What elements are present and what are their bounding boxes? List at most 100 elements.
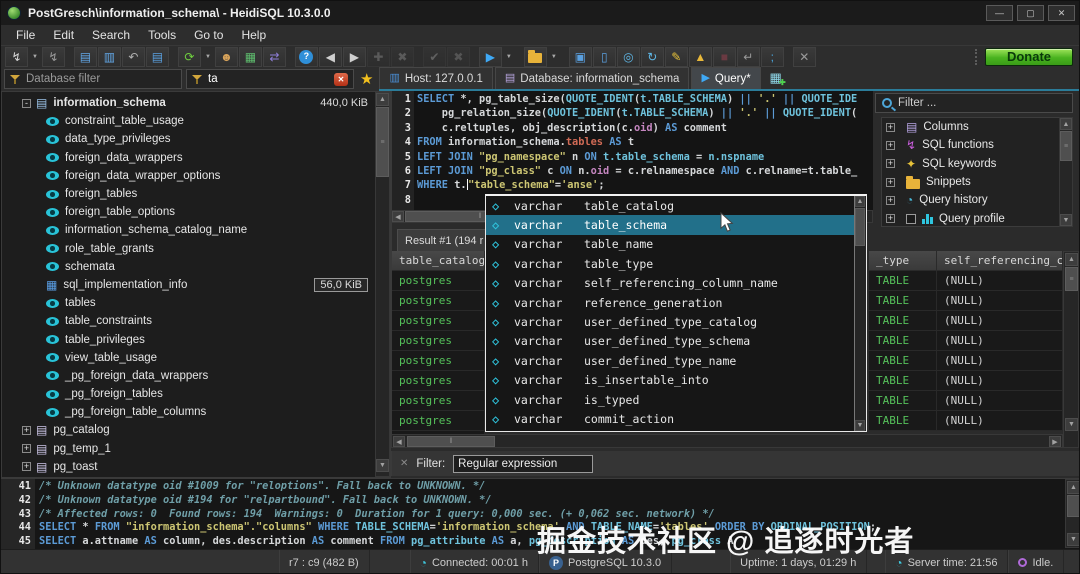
autocomplete-item-table-name[interactable]: ◇varchartable_name [486, 235, 854, 254]
scroll-thumb[interactable]: ≡ [1060, 131, 1072, 161]
grid-cell[interactable]: postgres [392, 311, 485, 331]
expand-icon[interactable]: + [22, 426, 31, 435]
tree-item-foreign-table-options[interactable]: foreign_table_options [2, 203, 374, 221]
stop-button[interactable]: ■ [713, 47, 736, 67]
database-filter-input[interactable]: Database filter [26, 73, 100, 85]
semicolon-button[interactable]: ; [761, 47, 784, 67]
helper-filter-input[interactable]: Filter ... [898, 97, 936, 109]
autocomplete-item-is-typed[interactable]: ◇varcharis_typed [486, 390, 854, 409]
column-header[interactable]: _type [869, 251, 937, 271]
wrap-button[interactable]: ↵ [737, 47, 760, 67]
expand-icon[interactable]: + [886, 196, 895, 205]
reformat-button[interactable]: ✎ [665, 47, 688, 67]
chevron-down-icon[interactable]: ▼ [29, 54, 41, 60]
grid-cell[interactable]: (NULL) [937, 311, 1063, 331]
tree-item-pg-foreign-table-columns[interactable]: _pg_foreign_table_columns [2, 403, 374, 421]
expand-icon[interactable]: + [886, 123, 895, 132]
tree-item-sql-implementation-info[interactable]: ▦sql_implementation_info56,0 KiB [2, 276, 374, 294]
warning-button[interactable]: ▲ [689, 47, 712, 67]
close-button[interactable]: ✕ [1048, 5, 1075, 21]
grid-cell[interactable]: postgres [392, 351, 485, 371]
collapse-icon[interactable]: - [22, 99, 31, 108]
chevron-down-icon[interactable]: ▼ [548, 54, 560, 60]
open-file-button[interactable] [524, 47, 547, 67]
donate-button[interactable]: Donate [985, 48, 1073, 66]
grid-cell[interactable]: postgres [392, 271, 485, 291]
save-button[interactable]: ▣ [569, 47, 592, 67]
category-sql-keywords[interactable]: +✦SQL keywords [882, 155, 1072, 173]
column-header[interactable]: table_catalog [392, 251, 485, 271]
tree-item-pg-foreign-tables[interactable]: _pg_foreign_tables [2, 385, 374, 403]
dropdown-scrollbar[interactable]: ▲ ▼ [854, 196, 866, 431]
scroll-left-icon[interactable]: ◀ [393, 436, 405, 447]
category-query-profile[interactable]: +Query profile [882, 209, 1072, 227]
tree-item-view-table-usage[interactable]: view_table_usage [2, 349, 374, 367]
scroll-up-icon[interactable]: ▲ [1060, 118, 1072, 130]
connect-button[interactable]: ↯ [5, 47, 28, 67]
tree-item-information-schema-catalog-name[interactable]: information_schema_catalog_name [2, 221, 374, 239]
scroll-thumb[interactable]: ≡ [1065, 267, 1078, 291]
grid-cell[interactable]: (NULL) [937, 411, 1063, 431]
tree-item-foreign-data-wrappers[interactable]: foreign_data_wrappers [2, 149, 374, 167]
autocomplete-item-self-referencing-column-name[interactable]: ◇varcharself_referencing_column_name [486, 274, 854, 293]
menu-item-tools[interactable]: Tools [139, 26, 185, 44]
disconnect-button[interactable]: ↯ [42, 47, 65, 67]
scroll-thumb[interactable] [1067, 495, 1080, 517]
scroll-thumb[interactable]: ≡ [376, 107, 389, 177]
menu-item-file[interactable]: File [7, 26, 44, 44]
grid-cell[interactable]: TABLE [869, 331, 937, 351]
grid-hscrollbar[interactable]: ◀ ‖ ▶ [391, 434, 1063, 448]
tree-item-table-constraints[interactable]: table_constraints [2, 312, 374, 330]
chevron-down-icon[interactable]: ▼ [503, 54, 515, 60]
grid-cell[interactable]: postgres [392, 411, 485, 431]
clear-grid-filter-icon[interactable]: ✕ [400, 458, 408, 469]
clear-filter-icon[interactable]: ✕ [334, 73, 348, 86]
scroll-up-icon[interactable]: ▲ [855, 196, 865, 207]
scroll-up-icon[interactable]: ▲ [376, 93, 389, 106]
scroll-down-icon[interactable]: ▼ [855, 420, 865, 431]
autocomplete-item-table-schema[interactable]: ◇varchartable_schema [486, 215, 854, 234]
new-query-tab-button[interactable]: ▦✚ [763, 67, 789, 89]
expand-icon[interactable]: + [886, 159, 895, 168]
grid-cell[interactable]: (NULL) [937, 371, 1063, 391]
tree-item-pg-toast[interactable]: +▤pg_toast [2, 458, 374, 476]
close-tab-button[interactable]: ✕ [793, 47, 816, 67]
grid-cell[interactable]: (NULL) [937, 291, 1063, 311]
grid-cell[interactable]: postgres [392, 371, 485, 391]
replace-button[interactable]: ↻ [641, 47, 664, 67]
autocomplete-item-reference-generation[interactable]: ◇varcharreference_generation [486, 293, 854, 312]
grid-cell[interactable]: TABLE [869, 351, 937, 371]
chevron-down-icon[interactable]: ▼ [202, 54, 214, 60]
grid-vscrollbar[interactable]: ▲ ≡ ▼ [1063, 251, 1079, 448]
grid-cell[interactable]: postgres [392, 291, 485, 311]
expand-icon[interactable]: + [886, 178, 895, 187]
server-button[interactable]: ▤ [146, 47, 169, 67]
data-flow-button[interactable]: ⇄ [263, 47, 286, 67]
autocomplete-item-user-defined-type-catalog[interactable]: ◇varcharuser_defined_type_catalog [486, 312, 854, 331]
log-scrollbar[interactable]: ▲ ▼ [1065, 479, 1080, 548]
scroll-right-icon[interactable]: ▶ [1049, 436, 1061, 447]
category-columns[interactable]: +▤Columns [882, 118, 1072, 136]
tree-item-pg-temp-1[interactable]: +▤pg_temp_1 [2, 440, 374, 458]
autocomplete-item-user-defined-type-name[interactable]: ◇varcharuser_defined_type_name [486, 351, 854, 370]
tab-database-information-schema[interactable]: ▤Database: information_schema [495, 67, 690, 89]
refresh-button[interactable]: ⟳ [178, 47, 201, 67]
scroll-down-icon[interactable]: ▼ [1067, 533, 1080, 546]
autocomplete-item-user-defined-type-schema[interactable]: ◇varcharuser_defined_type_schema [486, 332, 854, 351]
category-query-history[interactable]: +◔Query history [882, 191, 1072, 209]
copy-button[interactable]: ▤ [74, 47, 97, 67]
grid-cell[interactable]: TABLE [869, 391, 937, 411]
grid-cell[interactable]: TABLE [869, 311, 937, 331]
grid-cell[interactable]: TABLE [869, 291, 937, 311]
table-filter-input[interactable]: ta [208, 73, 218, 85]
grid-cell[interactable]: postgres [392, 331, 485, 351]
tab-host-127-0-0-1[interactable]: ▥Host: 127.0.0.1 [379, 67, 492, 89]
menu-item-search[interactable]: Search [83, 26, 139, 44]
tree-item-pg-foreign-data-wrappers[interactable]: _pg_foreign_data_wrappers [2, 367, 374, 385]
previous-button[interactable]: ◀ [319, 47, 342, 67]
scroll-left-icon[interactable]: ◀ [392, 211, 404, 222]
minimize-button[interactable]: — [986, 5, 1013, 21]
helper-scrollbar[interactable]: ▲ ≡ ▼ [1059, 117, 1073, 227]
grid-cell[interactable]: (NULL) [937, 351, 1063, 371]
expand-icon[interactable]: + [886, 214, 895, 223]
